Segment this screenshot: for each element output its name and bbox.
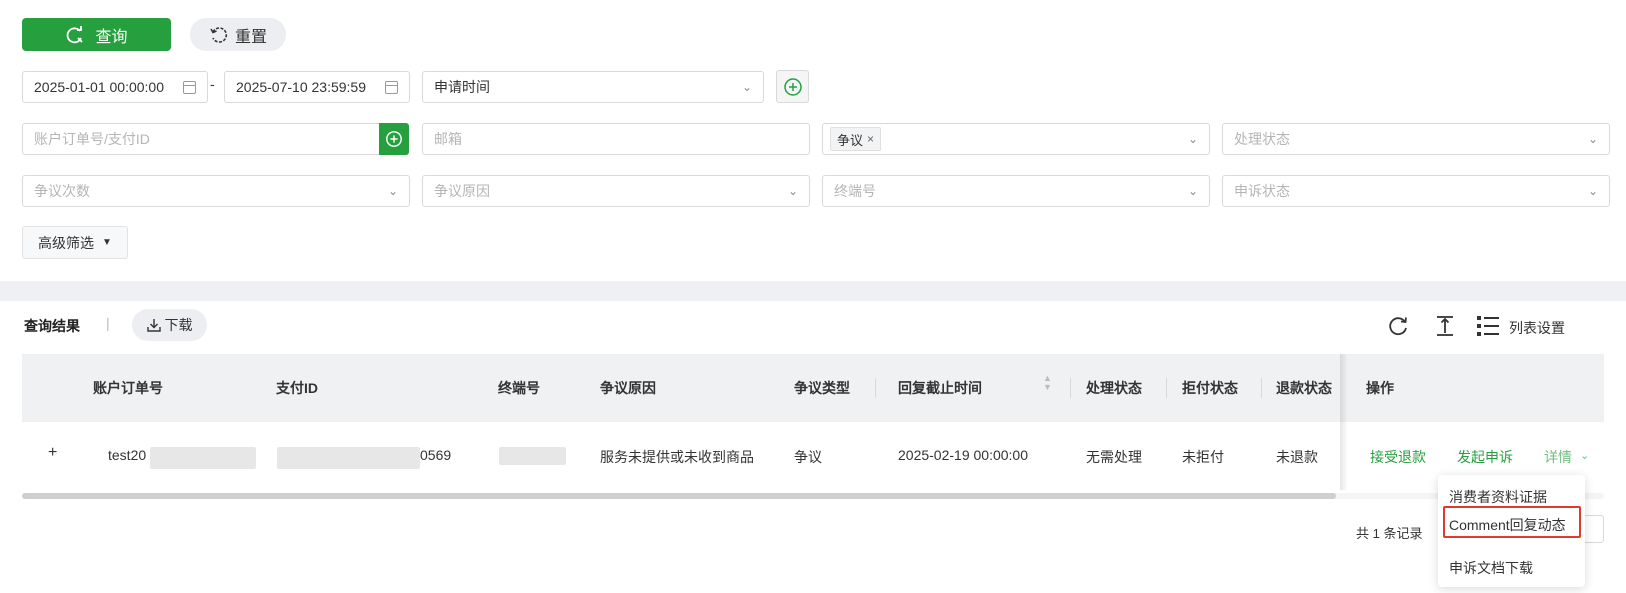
sort-icon[interactable]: ▲ ▼ <box>1043 374 1052 392</box>
refresh-button[interactable] <box>1386 314 1410 338</box>
column-header-actions: 操作 <box>1366 380 1394 396</box>
dispute-count-select[interactable]: 争议次数 ⌄ <box>22 175 410 207</box>
cell-deadline: 2025-02-19 00:00:00 <box>898 447 1028 463</box>
cell-process-status: 无需处理 <box>1086 449 1142 465</box>
column-divider <box>1261 378 1262 398</box>
column-height-icon <box>1437 316 1453 336</box>
column-divider <box>875 378 876 398</box>
column-header-chargeback-status: 拒付状态 <box>1182 380 1238 396</box>
dispute-type-tag[interactable]: 争议 × <box>830 127 882 151</box>
chevron-down-icon: ⌄ <box>1187 184 1198 198</box>
cell-chargeback-status: 未拒付 <box>1182 449 1224 465</box>
menu-item-comment-reply[interactable]: Comment回复动态 <box>1449 515 1566 535</box>
list-icon <box>1477 316 1499 336</box>
order-search-input[interactable]: 账户订单号/支付ID <box>22 123 380 155</box>
column-header-type: 争议类型 <box>794 380 850 396</box>
appeal-status-select[interactable]: 申诉状态 ⌄ <box>1222 175 1610 207</box>
download-button[interactable]: 下载 <box>132 309 207 341</box>
redacted-payment-id <box>277 447 420 469</box>
date-separator: - <box>210 76 215 92</box>
table-header: 账户订单号 支付ID 终端号 争议原因 争议类型 回复截止时间 ▲ ▼ 处理状态 … <box>22 354 1604 422</box>
results-separator: | <box>106 315 110 331</box>
process-status-select[interactable]: 处理状态 ⌄ <box>1222 123 1610 155</box>
advanced-filter-button[interactable]: 高级筛选 ▼ <box>22 226 128 259</box>
advanced-filter-label: 高级筛选 <box>38 234 95 251</box>
column-header-refund-status: 退款状态 <box>1276 380 1332 396</box>
column-header-reason: 争议原因 <box>600 380 656 396</box>
order-search-placeholder: 账户订单号/支付ID <box>34 131 150 147</box>
refresh-search-icon <box>67 25 84 43</box>
table-row: + test20 0569 服务未提供或未收到商品 争议 2025-02-19 … <box>22 422 1604 490</box>
results-title: 查询结果 <box>24 318 80 334</box>
download-icon <box>146 319 161 332</box>
add-condition-button[interactable] <box>776 70 809 103</box>
chevron-down-icon: ⌄ <box>387 184 398 198</box>
process-status-placeholder: 处理状态 <box>1234 131 1290 147</box>
chevron-down-icon: ⌄ <box>1587 132 1598 146</box>
column-divider <box>1166 378 1167 398</box>
cell-refund-status: 未退款 <box>1276 449 1318 465</box>
column-header-deadline[interactable]: 回复截止时间 <box>898 378 982 398</box>
redacted-terminal <box>499 447 566 465</box>
reset-button[interactable]: 重置 <box>190 18 286 51</box>
date-end-value: 2025-07-10 23:59:59 <box>236 79 366 95</box>
date-start-input[interactable]: 2025-01-01 00:00:00 <box>22 71 208 103</box>
plus-circle-icon <box>386 131 402 147</box>
calendar-icon <box>183 80 196 94</box>
total-records: 共 1 条记录 <box>1356 526 1423 541</box>
accept-refund-link[interactable]: 接受退款 <box>1370 447 1426 467</box>
redacted-order-no <box>150 447 256 469</box>
date-type-value: 申请时间 <box>434 79 490 95</box>
caret-down-icon: ▼ <box>102 237 112 248</box>
density-button[interactable] <box>1433 314 1457 338</box>
start-appeal-link[interactable]: 发起申诉 <box>1457 447 1513 467</box>
column-header-terminal: 终端号 <box>498 380 540 396</box>
chevron-down-icon[interactable]: ⌄ <box>1580 449 1589 462</box>
expand-row-icon[interactable]: + <box>48 444 57 462</box>
column-settings-button[interactable] <box>1476 314 1500 338</box>
menu-item-appeal-document-download[interactable]: 申诉文档下载 <box>1449 558 1533 578</box>
refresh-icon <box>1389 317 1407 336</box>
chevron-down-icon: ⌄ <box>1587 184 1598 198</box>
details-link[interactable]: 详情 <box>1544 447 1572 467</box>
email-input[interactable]: 邮箱 <box>422 123 810 155</box>
plus-circle-icon <box>783 77 802 96</box>
column-header-process-status: 处理状态 <box>1086 380 1142 396</box>
tag-label: 争议 <box>837 132 864 148</box>
menu-item-consumer-evidence[interactable]: 消费者资料证据 <box>1449 487 1547 507</box>
dispute-reason-placeholder: 争议原因 <box>434 183 490 199</box>
column-header-payment-id: 支付ID <box>276 380 318 396</box>
chevron-down-icon: ⌄ <box>787 184 798 198</box>
chevron-down-icon: ⌄ <box>741 80 752 94</box>
column-divider <box>1070 378 1071 398</box>
cell-order-no: test20 <box>108 447 147 463</box>
dispute-reason-select[interactable]: 争议原因 ⌄ <box>422 175 810 207</box>
date-end-input[interactable]: 2025-07-10 23:59:59 <box>224 71 410 103</box>
cell-reason: 服务未提供或未收到商品 <box>600 449 754 465</box>
details-dropdown-menu: 消费者资料证据 Comment回复动态 申诉文档下载 <box>1438 475 1585 587</box>
column-header-order-no: 账户订单号 <box>93 380 163 396</box>
terminal-placeholder: 终端号 <box>834 183 876 199</box>
date-type-select[interactable]: 申请时间 ⌄ <box>422 71 764 103</box>
download-label: 下载 <box>164 317 193 333</box>
close-icon[interactable]: × <box>867 132 874 146</box>
dispute-type-select[interactable]: 争议 × ⌄ <box>822 123 1210 155</box>
terminal-select[interactable]: 终端号 ⌄ <box>822 175 1210 207</box>
scrollbar-thumb[interactable] <box>22 493 1336 499</box>
date-start-value: 2025-01-01 00:00:00 <box>34 79 164 95</box>
query-button[interactable]: 查询 <box>22 18 171 51</box>
appeal-status-placeholder: 申诉状态 <box>1234 183 1290 199</box>
dispute-count-placeholder: 争议次数 <box>34 183 90 199</box>
order-add-button[interactable] <box>379 123 409 155</box>
cell-payment-id-suffix: 0569 <box>420 447 452 463</box>
reset-button-label: 重置 <box>234 28 267 46</box>
calendar-icon <box>385 80 398 94</box>
column-settings-label[interactable]: 列表设置 <box>1509 318 1565 338</box>
reset-icon <box>210 26 228 43</box>
email-placeholder: 邮箱 <box>434 131 462 147</box>
cell-type: 争议 <box>794 449 822 465</box>
query-button-label: 查询 <box>95 28 128 46</box>
fixed-column-shadow <box>1340 354 1348 490</box>
chevron-down-icon: ⌄ <box>1187 132 1198 146</box>
